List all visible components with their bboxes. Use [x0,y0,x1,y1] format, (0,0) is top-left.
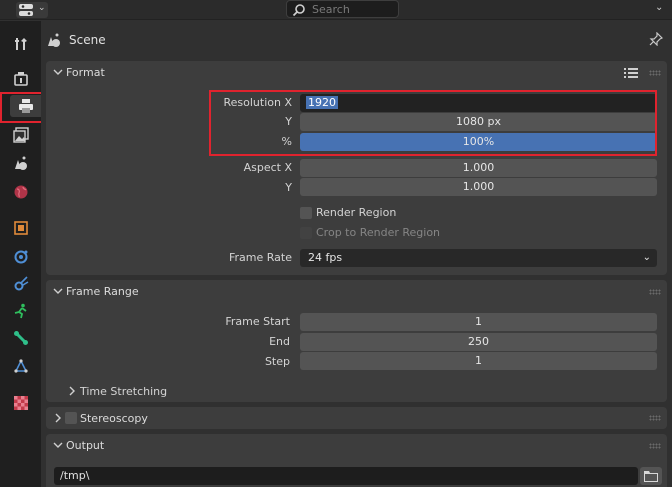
frame-end-field[interactable]: 250 [300,333,657,351]
object-tab[interactable] [8,217,34,239]
render-tab[interactable] [8,68,34,90]
resolution-percent-slider[interactable]: 100% [300,133,657,151]
tool-icon [15,38,27,50]
scene-name-label: Scene [69,33,106,47]
texture-icon [14,396,28,410]
drag-grip-icon[interactable] [649,289,661,295]
search-icon [292,4,305,17]
format-title: Format [66,66,105,79]
browse-folder-button[interactable] [640,467,662,485]
chevron-down-icon [53,288,63,294]
texture-tab[interactable] [8,392,34,414]
output-path-input[interactable]: /tmp\ [54,467,638,485]
output-title: Output [66,439,105,452]
view-layer-icon [13,127,29,143]
chevron-down-icon [53,442,63,448]
data-tab[interactable] [8,355,34,377]
folder-icon [644,471,658,482]
properties-tab-bar [0,21,41,487]
editor-header: ⌄ Search ⌄ [0,0,672,20]
context-path: Scene [41,21,672,59]
search-placeholder: Search [312,3,350,16]
view-layer-tab[interactable] [8,124,34,146]
scene-icon [48,33,60,47]
properties-panel: Scene Format Resolution X 1920 Y 1080 px… [41,21,672,487]
frame-step-label: Step [264,355,290,368]
frame-rate-dropdown[interactable]: 24 fps ⌄ [300,249,657,267]
frame-start-label: Frame Start [225,315,290,328]
frame-start-field[interactable]: 1 [300,313,657,331]
aspect-y-label: Y [285,181,292,194]
frame-rate-value: 24 fps [308,251,343,264]
search-input[interactable]: Search [286,0,399,18]
particles-icon [14,276,29,291]
render-region-checkbox[interactable] [300,207,312,219]
format-panel: Format Resolution X 1920 Y 1080 px % 100… [46,61,667,275]
chevron-down-icon: ⌄ [642,252,651,263]
constraints-tab[interactable] [8,327,34,349]
editor-type-button[interactable]: ⌄ [16,2,48,18]
resolution-percent-label: % [281,135,292,148]
world-icon [14,185,28,199]
properties-editor-icon [19,4,33,16]
modifiers-tab[interactable] [8,246,34,268]
data-icon [14,359,28,373]
tool-tab[interactable] [8,33,34,55]
output-panel: Output /tmp\ [46,434,667,487]
aspect-x-label: Aspect X [243,161,292,174]
pin-icon[interactable] [649,32,663,46]
drag-grip-icon[interactable] [649,443,661,449]
aspect-y-field[interactable]: 1.000 [300,178,657,196]
modifier-icon [14,250,28,264]
frame-range-panel: Frame Range Frame Start 1 End 250 Step 1… [46,280,667,402]
scene-icon [15,156,27,170]
frame-rate-label: Frame Rate [229,251,292,264]
resolution-y-field[interactable]: 1080 px [300,113,657,131]
chevron-down-icon [53,69,63,75]
frame-step-field[interactable]: 1 [300,352,657,370]
physics-icon [14,303,27,319]
resolution-x-label: Resolution X [223,96,292,109]
drag-grip-icon[interactable] [649,415,661,421]
aspect-x-field[interactable]: 1.000 [300,159,657,177]
resolution-y-label: Y [285,115,292,128]
crop-to-render-region-checkbox[interactable] [300,227,312,239]
frame-range-panel-header[interactable]: Frame Range [46,280,667,304]
world-tab[interactable] [8,181,34,203]
format-panel-header[interactable]: Format [46,61,667,85]
stereoscopy-checkbox[interactable] [65,412,77,424]
crop-to-render-region-label: Crop to Render Region [316,226,441,239]
constraint-icon [14,331,28,345]
drag-grip-icon[interactable] [649,70,661,76]
stereoscopy-panel: Stereoscopy [46,407,667,429]
presets-list-icon[interactable] [624,67,638,79]
object-icon [14,221,28,235]
particles-tab[interactable] [8,273,34,295]
header-menu-chevron-icon[interactable]: ⌄ [655,2,663,13]
chevron-right-icon[interactable] [54,413,62,423]
render-icon [14,72,28,86]
stereoscopy-title: Stereoscopy [80,412,148,425]
frame-end-label: End [269,335,290,348]
physics-tab[interactable] [8,300,34,322]
chevron-right-icon[interactable] [68,386,76,396]
scene-tab[interactable] [8,152,34,174]
chevron-down-icon: ⌄ [38,3,46,13]
resolution-x-value: 1920 [306,96,338,109]
resolution-x-field[interactable]: 1920 [300,94,657,112]
output-panel-header[interactable]: Output [46,434,667,458]
time-stretching-subpanel[interactable]: Time Stretching [80,385,167,398]
render-region-label: Render Region [316,206,397,219]
frame-range-title: Frame Range [66,285,139,298]
